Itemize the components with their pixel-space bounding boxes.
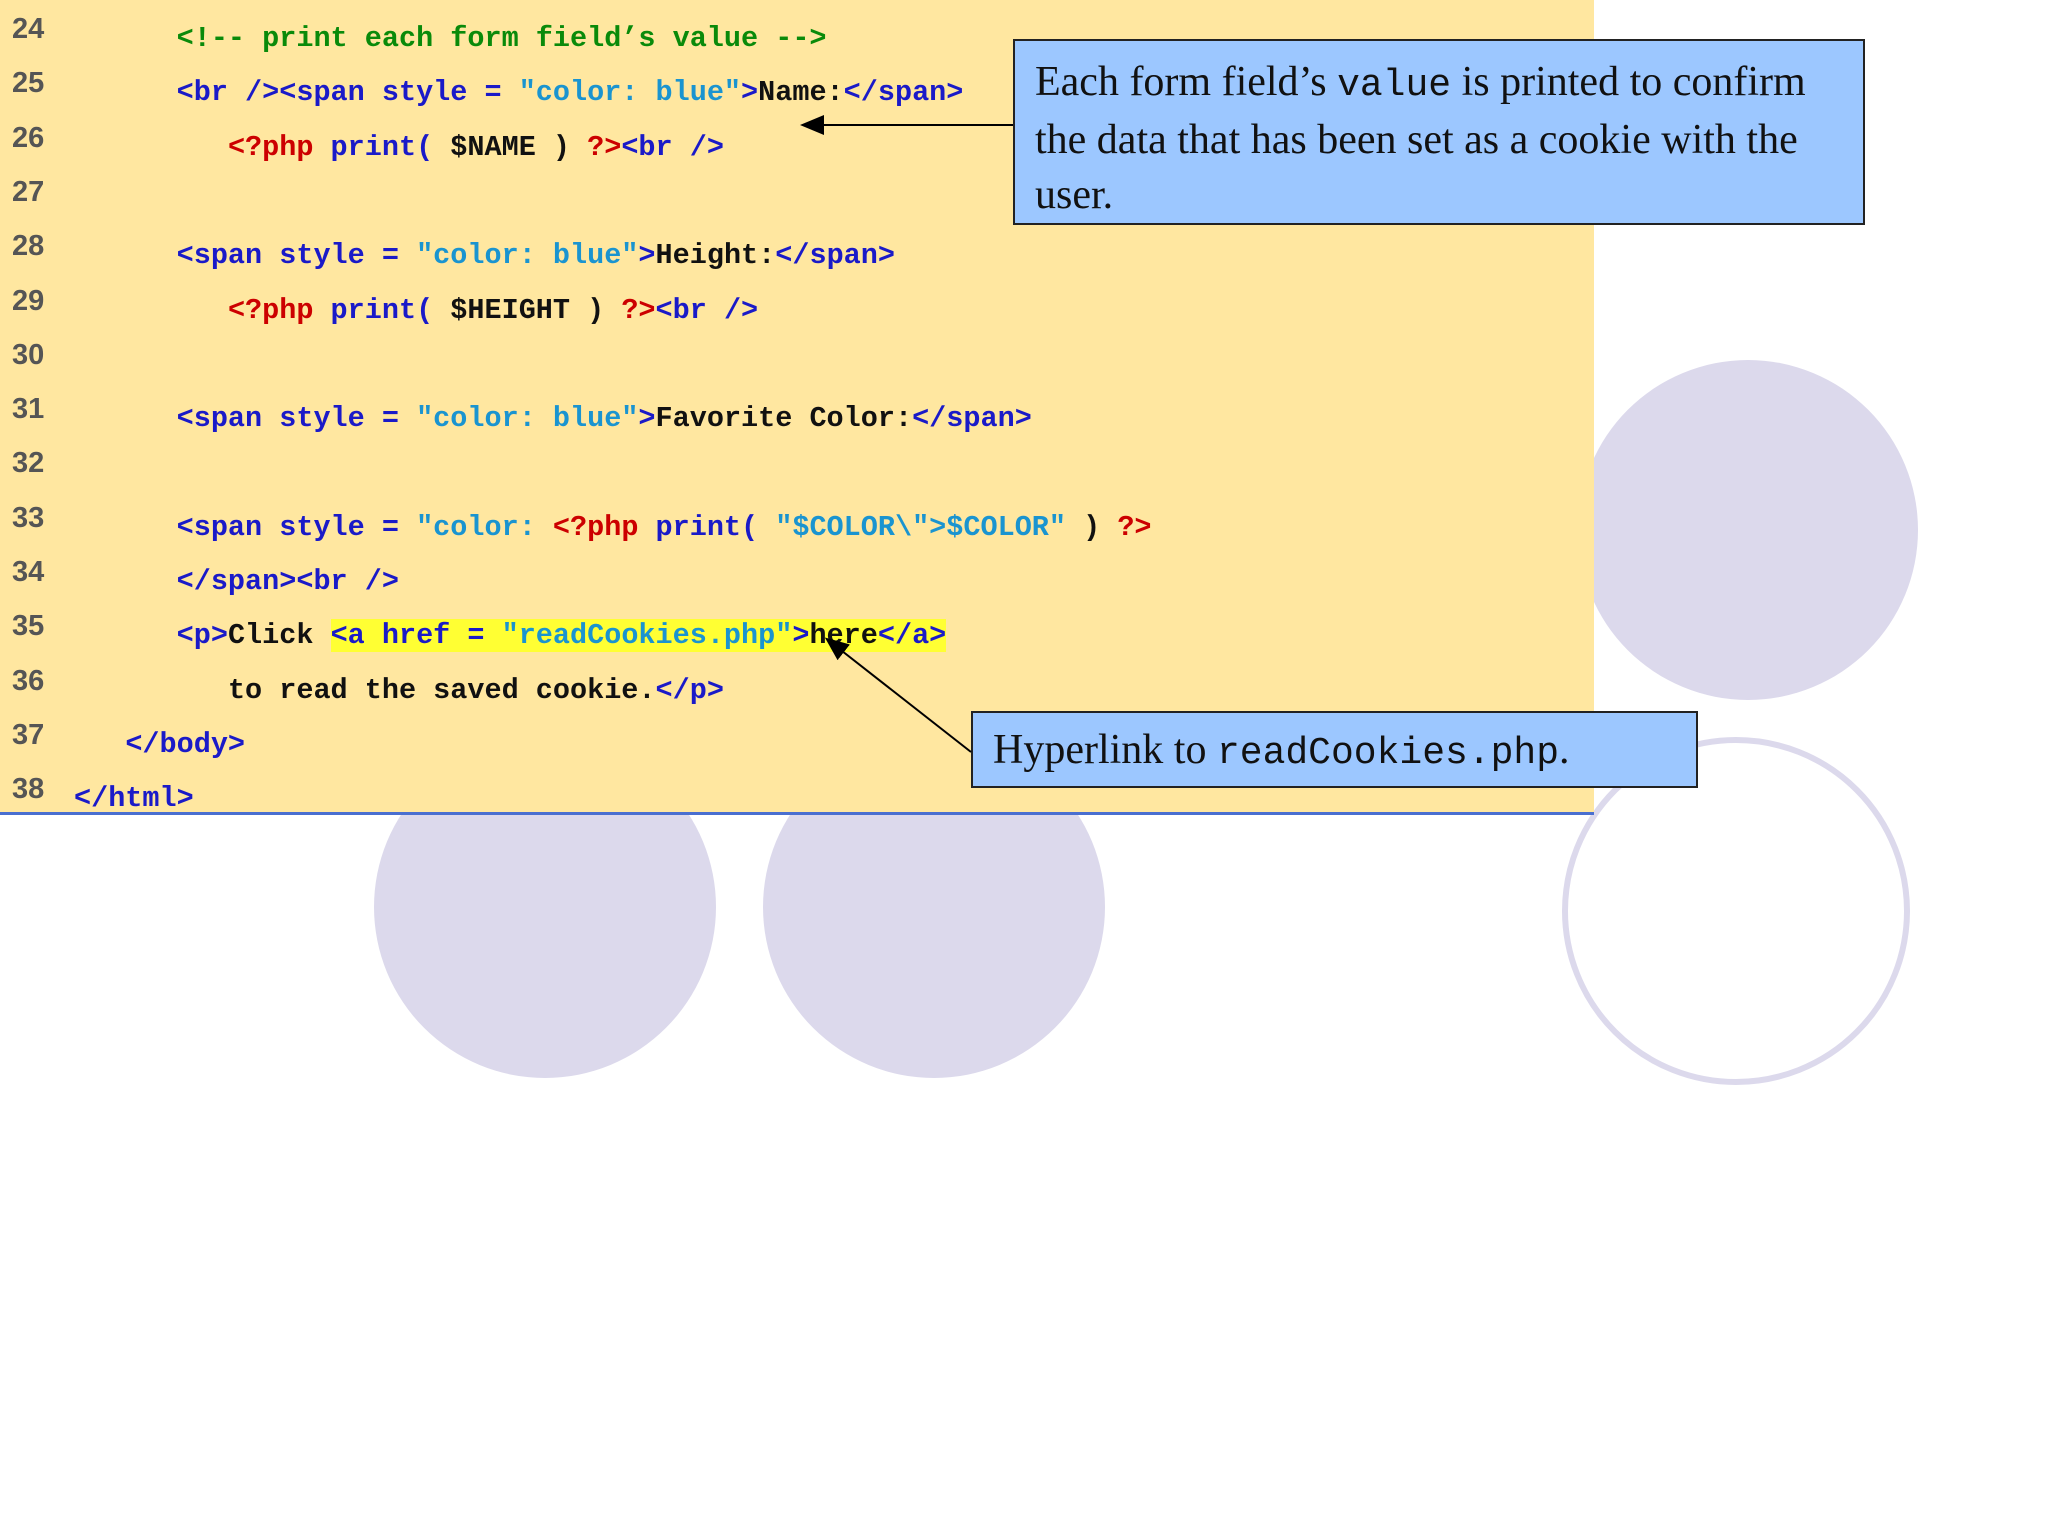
callout-arrows (800, 115, 1013, 753)
arrow-to-readcookies-link (824, 637, 972, 753)
